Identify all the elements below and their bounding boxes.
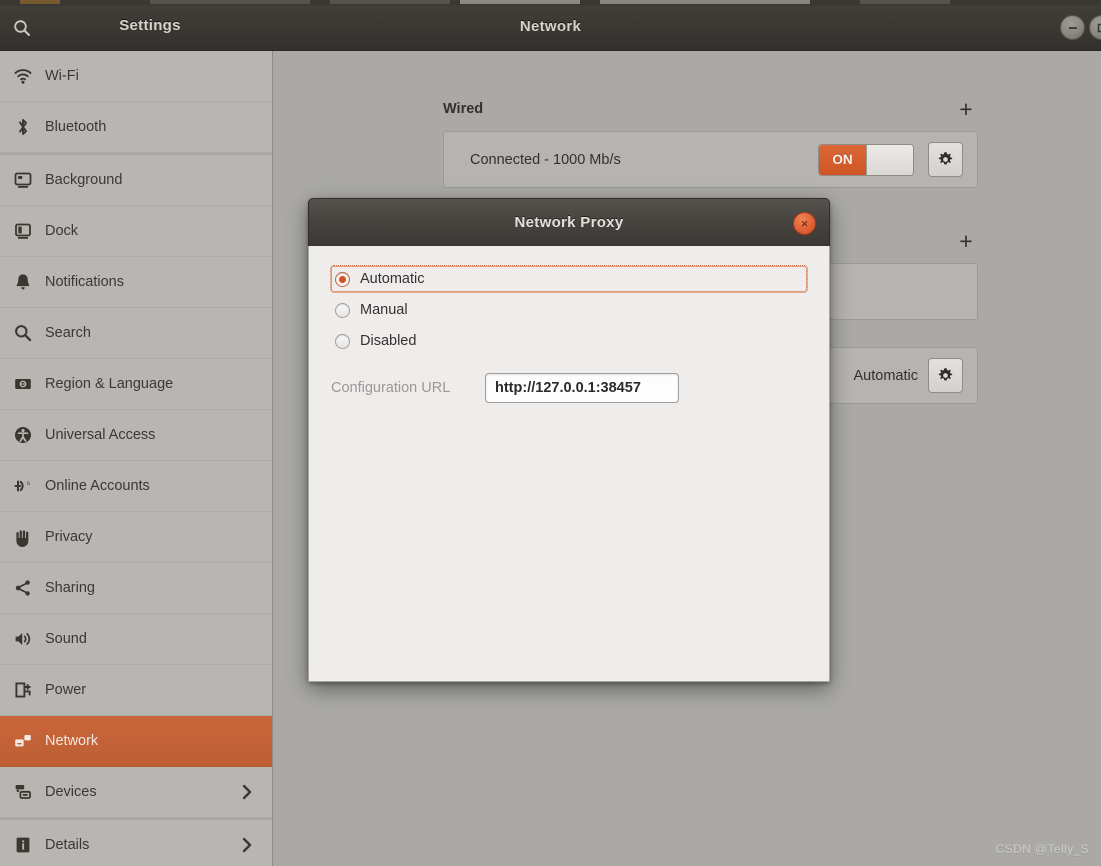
sidebar-item-label: Wi-Fi [45, 68, 79, 84]
sidebar-item-wifi[interactable]: Wi-Fi [0, 51, 272, 102]
proxy-settings-button[interactable] [928, 358, 963, 393]
window-controls [1060, 15, 1101, 40]
devices-icon [8, 782, 38, 802]
online-accounts-icon: s [8, 476, 38, 496]
bell-icon [8, 272, 38, 292]
region-language-icon [8, 374, 38, 394]
sidebar-item-devices[interactable]: Devices [0, 767, 272, 818]
network-proxy-dialog: Network Proxy × Automatic Manual Disable… [308, 198, 830, 682]
dialog-body: Automatic Manual Disabled Configuration … [308, 246, 830, 682]
chevron-right-icon [240, 783, 254, 801]
maximize-button[interactable] [1089, 15, 1101, 40]
radio-manual[interactable] [335, 302, 350, 318]
gear-icon [938, 152, 953, 165]
sidebar-item-label: Privacy [45, 529, 93, 545]
sidebar-item-label: Power [45, 682, 87, 698]
dialog-title: Network Proxy [514, 214, 624, 231]
add-vpn-button[interactable]: + [954, 229, 978, 253]
sidebar-item-label: Sound [45, 631, 87, 647]
bluetooth-icon [8, 117, 38, 137]
sidebar-item-universal-access[interactable]: Universal Access [0, 410, 272, 461]
sidebar-item-label: Sharing [45, 580, 95, 596]
wired-title: Wired [443, 101, 484, 117]
proxy-option-disabled[interactable]: Disabled [331, 328, 807, 354]
background-icon [8, 170, 38, 190]
sidebar-item-online-accounts[interactable]: s Online Accounts [0, 461, 272, 512]
wifi-icon [8, 66, 38, 86]
radio-label: Automatic [360, 271, 425, 287]
sidebar-item-background[interactable]: Background [0, 155, 272, 206]
page-title: Network [519, 18, 582, 35]
sidebar-item-label: Bluetooth [45, 119, 107, 135]
close-icon[interactable]: × [793, 212, 816, 235]
wired-settings-button[interactable] [928, 142, 963, 177]
sidebar-item-label: Devices [45, 784, 97, 800]
wired-section: Wired + Connected - 1000 Mb/s ON [443, 97, 978, 188]
wired-connection-row[interactable]: Connected - 1000 Mb/s ON [443, 131, 978, 188]
gear-icon [938, 368, 953, 381]
sidebar-item-notifications[interactable]: Notifications [0, 257, 272, 308]
sidebar-item-label: Details [45, 837, 90, 853]
header-bar: Settings Network [0, 4, 1101, 51]
radio-disabled[interactable] [335, 333, 350, 349]
network-icon [8, 731, 38, 751]
sidebar-item-label: Search [45, 325, 91, 341]
configuration-url-label: Configuration URL [331, 380, 451, 396]
speaker-icon [8, 629, 38, 649]
sidebar-item-network[interactable]: Network [0, 716, 272, 767]
add-wired-button[interactable]: + [954, 97, 978, 121]
sidebar-item-region-language[interactable]: Region & Language [0, 359, 272, 410]
svg-text:s: s [27, 480, 30, 487]
settings-window: Settings Network Wi-Fi Bluetooth Backgro… [0, 0, 1101, 866]
chevron-right-icon [240, 836, 254, 854]
hand-icon [8, 527, 38, 547]
dock-icon [8, 221, 38, 241]
sidebar: Wi-Fi Bluetooth Background Dock Notifica… [0, 51, 273, 866]
proxy-option-manual[interactable]: Manual [331, 297, 807, 323]
sidebar-item-label: Network [45, 733, 99, 749]
info-icon [8, 835, 38, 855]
radio-label: Manual [360, 302, 408, 318]
power-battery-icon [8, 680, 38, 700]
radio-automatic[interactable] [335, 271, 350, 287]
share-icon [8, 578, 38, 598]
configuration-url-row: Configuration URL http://127.0.0.1:38457 [331, 373, 807, 403]
radio-label: Disabled [360, 333, 417, 349]
proxy-option-automatic[interactable]: Automatic [330, 265, 808, 293]
wired-toggle-state: ON [819, 144, 866, 175]
sidebar-item-bluetooth[interactable]: Bluetooth [0, 102, 272, 153]
search-icon [8, 323, 38, 343]
wired-status-label: Connected - 1000 Mb/s [470, 151, 621, 168]
sidebar-item-label: Online Accounts [45, 478, 150, 494]
wired-toggle[interactable]: ON [818, 143, 914, 176]
sidebar-item-label: Dock [45, 223, 79, 239]
sidebar-item-sound[interactable]: Sound [0, 614, 272, 665]
configuration-url-input[interactable]: http://127.0.0.1:38457 [485, 373, 679, 403]
wired-toggle-knob [866, 144, 913, 175]
wired-section-header: Wired + [443, 97, 978, 121]
sidebar-item-dock[interactable]: Dock [0, 206, 272, 257]
sidebar-item-search[interactable]: Search [0, 308, 272, 359]
watermark: CSDN @Telly_S [995, 842, 1089, 856]
top-panel-sliver [0, 0, 1101, 5]
sidebar-item-label: Background [45, 172, 123, 188]
sidebar-item-power[interactable]: Power [0, 665, 272, 716]
sidebar-item-label: Universal Access [45, 427, 156, 443]
sidebar-item-privacy[interactable]: Privacy [0, 512, 272, 563]
accessibility-icon [8, 425, 38, 445]
sidebar-item-label: Notifications [45, 274, 124, 290]
dialog-titlebar[interactable]: Network Proxy × [308, 198, 830, 246]
sidebar-item-sharing[interactable]: Sharing [0, 563, 272, 614]
sidebar-item-label: Region & Language [45, 376, 174, 392]
minimize-button[interactable] [1060, 15, 1085, 40]
sidebar-item-details[interactable]: Details [0, 820, 272, 866]
